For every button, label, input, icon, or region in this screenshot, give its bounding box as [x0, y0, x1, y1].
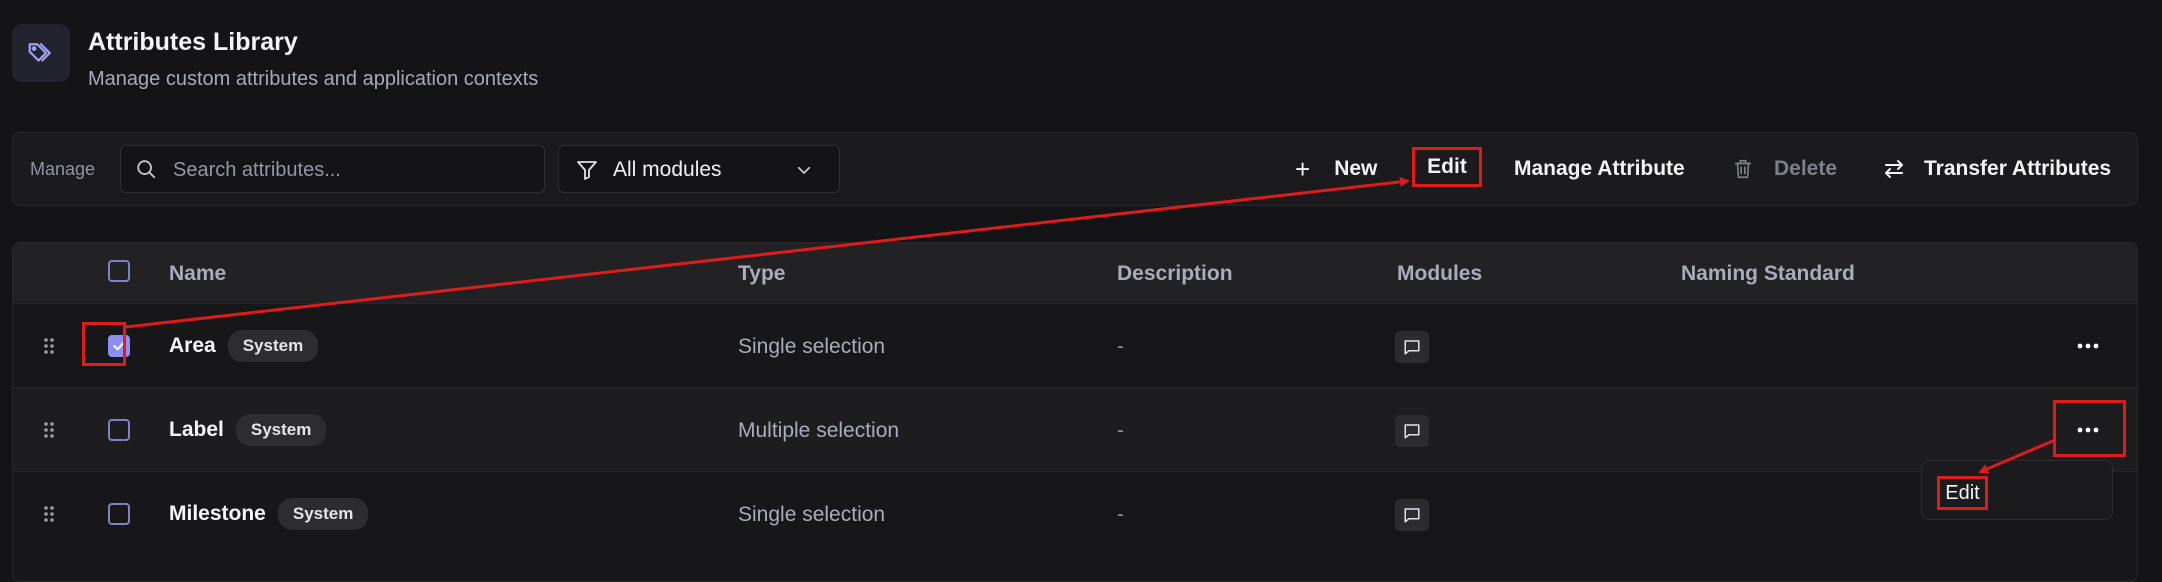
system-badge: System [235, 414, 327, 446]
attributes-table: Name Type Description Modules Naming Sta… [12, 242, 2138, 582]
trash-icon [1734, 159, 1752, 179]
transfer-icon [1885, 160, 1903, 178]
checkbox-highlight [82, 322, 126, 366]
transfer-attributes-button[interactable]: Transfer Attributes [1882, 145, 2111, 193]
tag-icon [12, 24, 70, 82]
attribute-name: Label [169, 418, 224, 441]
column-header-description[interactable]: Description [1117, 262, 1233, 286]
more-options-icon[interactable] [2073, 334, 2103, 358]
new-button[interactable]: + New [1295, 145, 1377, 193]
attribute-type: Multiple selection [738, 419, 900, 442]
attribute-description: - [1117, 419, 1124, 442]
new-button-label: New [1334, 157, 1378, 180]
delete-button[interactable]: Delete [1732, 145, 1837, 193]
search-input[interactable] [171, 155, 535, 185]
column-header-type[interactable]: Type [738, 262, 785, 286]
chat-icon[interactable] [1395, 331, 1429, 363]
page-subtitle: Manage custom attributes and application… [88, 68, 539, 90]
attribute-type: Single selection [738, 335, 886, 358]
manage-label: Manage [30, 159, 96, 179]
attribute-description: - [1117, 503, 1124, 526]
select-all-checkbox[interactable] [108, 260, 130, 282]
manage-attribute-button[interactable]: Manage Attribute [1514, 145, 1685, 193]
dropdown-edit-item[interactable]: Edit [1937, 476, 1988, 510]
chat-icon[interactable] [1395, 415, 1429, 447]
attribute-name-cell: Milestone System [169, 498, 369, 530]
module-filter-value: All modules [613, 158, 722, 181]
table-row[interactable]: Label System Multiple selection - [13, 387, 2137, 471]
attribute-name: Milestone [169, 502, 266, 525]
attribute-name-cell: Area System [169, 330, 319, 362]
column-header-naming-standard[interactable]: Naming Standard [1681, 262, 1855, 286]
system-badge: System [227, 330, 319, 362]
system-badge: System [277, 498, 369, 530]
drag-handle-icon[interactable] [43, 505, 55, 523]
module-filter-select[interactable]: All modules [558, 145, 840, 193]
attribute-description: - [1117, 335, 1124, 358]
drag-handle-icon[interactable] [43, 421, 55, 439]
table-row[interactable]: Area System Single selection - [13, 303, 2137, 387]
page-title: Attributes Library [88, 28, 298, 56]
chat-icon[interactable] [1395, 499, 1429, 531]
toolbar: Manage All modules + New Edit Manage Att… [12, 132, 2138, 206]
row-checkbox[interactable] [108, 503, 130, 525]
row-actions-dropdown: Edit [1921, 460, 2113, 520]
table-header: Name Type Description Modules Naming Sta… [13, 243, 2137, 303]
transfer-button-label: Transfer Attributes [1924, 157, 2112, 180]
column-header-modules[interactable]: Modules [1397, 262, 1482, 286]
attribute-type: Single selection [738, 503, 886, 526]
table-row[interactable]: Milestone System Single selection - [13, 471, 2137, 555]
search-icon [137, 160, 156, 179]
page-header: Attributes Library Manage custom attribu… [12, 12, 912, 90]
edit-button[interactable]: Edit [1412, 147, 1482, 187]
attribute-name: Area [169, 334, 216, 357]
chevron-down-icon [797, 166, 811, 174]
filter-icon [577, 161, 597, 180]
row-checkbox[interactable] [108, 419, 130, 441]
delete-button-label: Delete [1774, 157, 1838, 180]
menu-button-highlight [2053, 400, 2126, 457]
drag-handle-icon[interactable] [43, 337, 55, 355]
column-header-name[interactable]: Name [169, 262, 226, 286]
search-box[interactable] [120, 145, 545, 193]
attribute-name-cell: Label System [169, 414, 327, 446]
plus-icon: + [1295, 153, 1311, 184]
